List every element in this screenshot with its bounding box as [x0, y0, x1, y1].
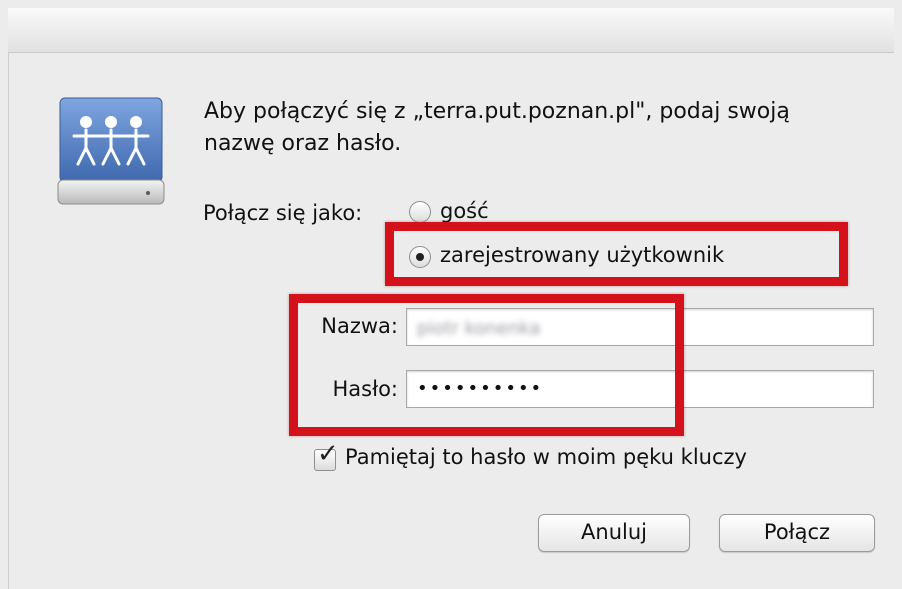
highlight-box-registered-user	[385, 222, 848, 286]
connect-button[interactable]: Połącz	[719, 514, 875, 552]
remember-keychain-checkbox[interactable]: ✓	[314, 441, 339, 471]
remember-keychain-label[interactable]: Pamiętaj to hasło w moim pęku kluczy	[345, 445, 747, 469]
window-titlebar[interactable]	[8, 8, 894, 53]
connect-as-label: Połącz się jako:	[203, 201, 363, 225]
highlight-box-credentials	[289, 294, 684, 436]
radio-guest[interactable]	[409, 201, 431, 223]
cancel-button[interactable]: Anuluj	[538, 514, 690, 552]
radio-guest-label[interactable]: gość	[440, 199, 489, 223]
message-line-2: nazwę oraz hasło.	[204, 131, 402, 156]
message-line-1: Aby połączyć się z „terra.put.poznan.pl"…	[204, 99, 790, 124]
network-server-icon	[57, 97, 165, 205]
dialog-edge	[8, 52, 9, 589]
dialog-message: Aby połączyć się z „terra.put.poznan.pl"…	[204, 96, 884, 160]
checkmark-icon: ✓	[317, 439, 339, 469]
